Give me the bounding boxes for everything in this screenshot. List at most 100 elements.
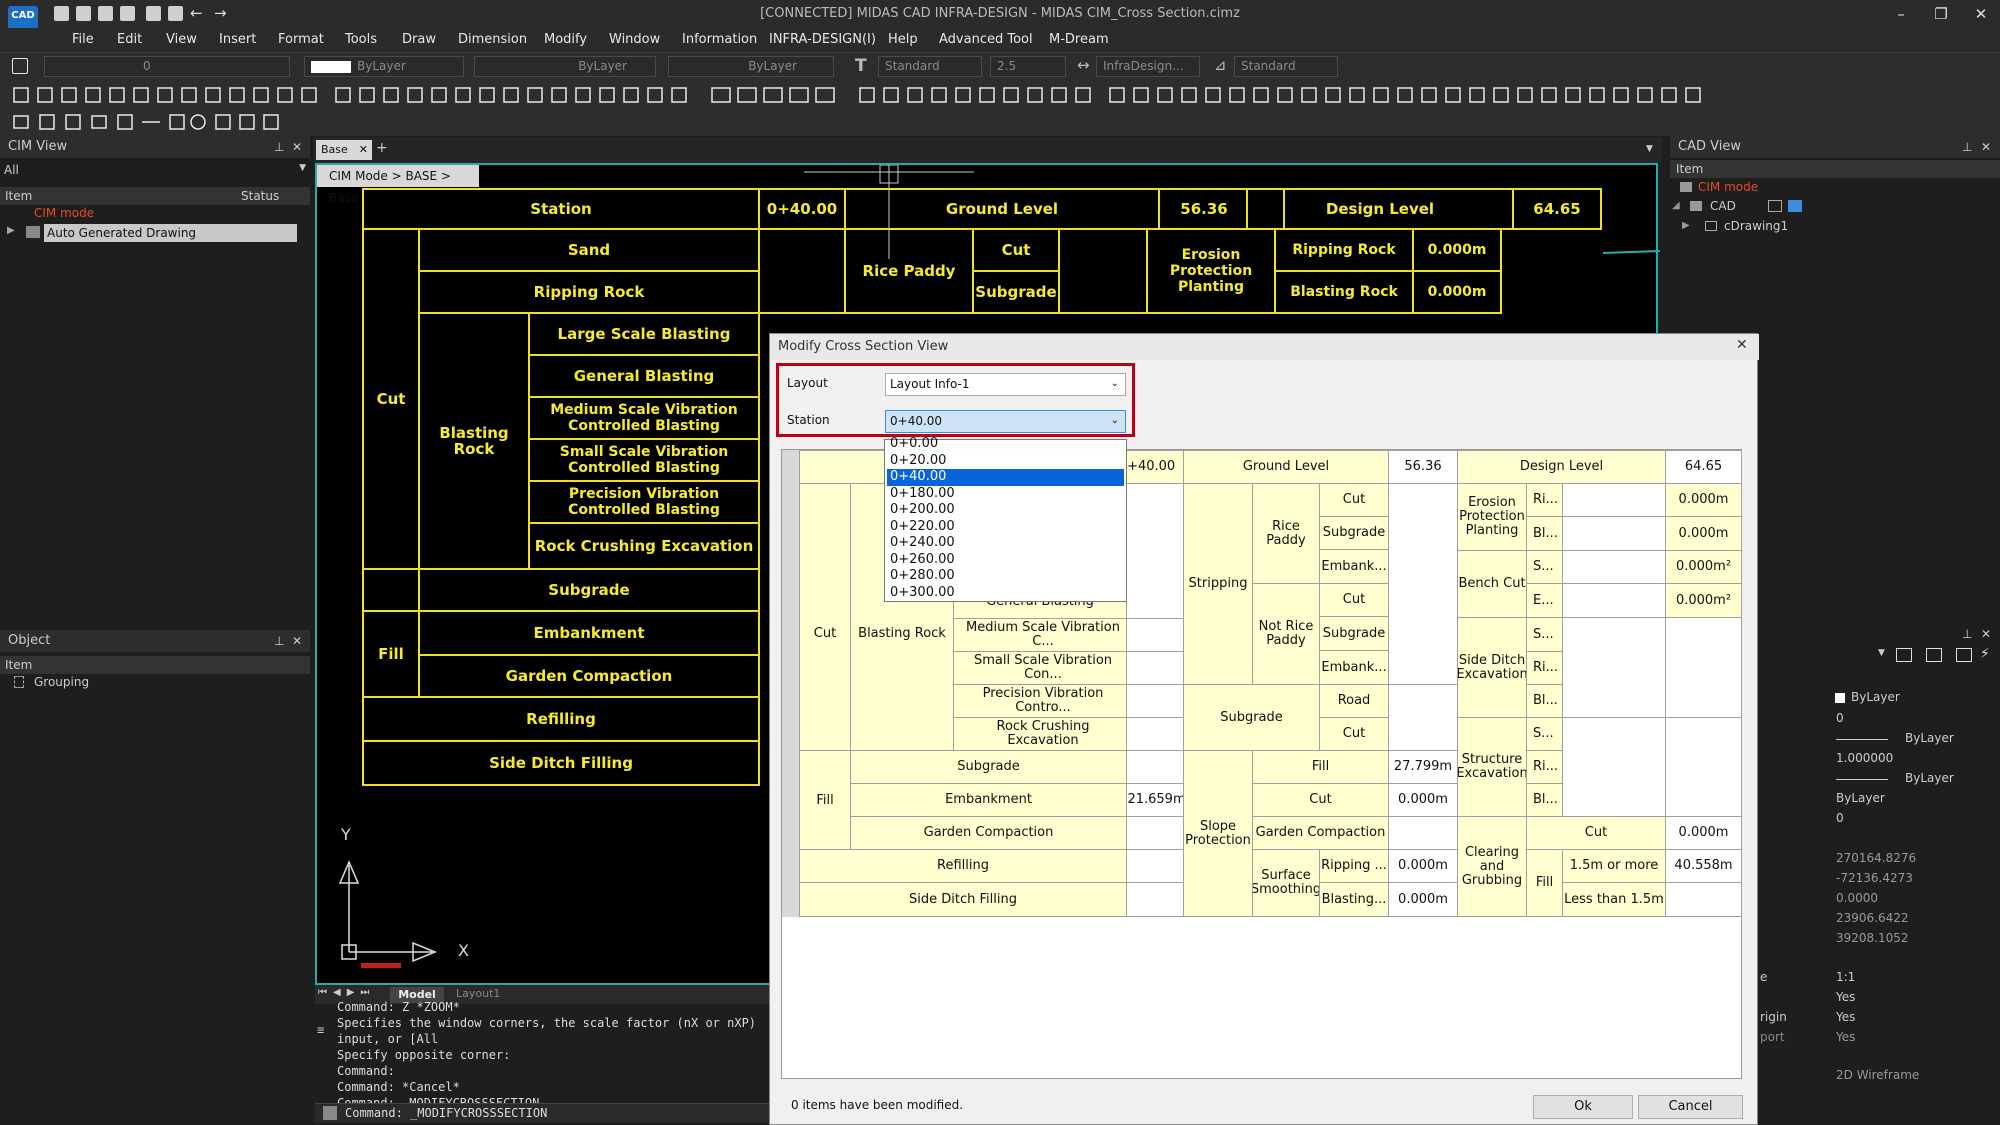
menu-information[interactable]: Information — [682, 28, 757, 52]
cim-filter[interactable]: All ▼ — [4, 163, 306, 181]
grid-surf-blasting-value[interactable]: 0.000m — [1388, 882, 1458, 917]
station-option[interactable]: 0+240.00 — [887, 535, 1124, 552]
view-icon[interactable] — [1768, 200, 1782, 212]
grid-b-s-value[interactable]: 0.000m² — [1665, 550, 1742, 584]
station-option[interactable]: 0+260.00 — [887, 552, 1124, 569]
station-option[interactable]: 0+300.00 — [887, 585, 1124, 602]
pin-icon[interactable]: ⊥ — [274, 140, 284, 154]
menu-format[interactable]: Format — [278, 28, 324, 52]
grid-subgrade-value[interactable] — [1126, 750, 1184, 784]
grid-sg-values[interactable] — [1388, 684, 1458, 751]
grid-surf-ripping-value[interactable]: 0.000m — [1388, 849, 1458, 883]
expand-icon[interactable]: ▶ — [7, 225, 15, 236]
collapse-icon[interactable]: ◢ — [1672, 200, 1680, 211]
menu-help[interactable]: Help — [888, 28, 918, 52]
close-icon[interactable]: ✕ — [1981, 627, 1991, 641]
grid-cl-15-value[interactable]: 40.558m — [1665, 849, 1742, 883]
menu-advanced-tool[interactable]: Advanced Tool — [939, 28, 1033, 52]
prop-linetype-scale[interactable]: 1.000000 — [1836, 751, 1893, 765]
grid-garden-value[interactable] — [1126, 816, 1184, 850]
grid-b-e-spacer[interactable] — [1562, 583, 1666, 618]
grid-sp-garden-value[interactable] — [1388, 816, 1458, 850]
close-icon[interactable]: ✕ — [359, 140, 368, 160]
text-size-combo[interactable]: 2.5 — [990, 56, 1066, 77]
menu-tools[interactable]: Tools — [345, 28, 377, 52]
dim-style-combo[interactable]: InfraDesign... — [1096, 56, 1200, 77]
grid-e-blasting-spacer[interactable] — [1562, 516, 1666, 551]
grid-b-e-value[interactable]: 0.000m² — [1665, 583, 1742, 618]
text-style-combo[interactable]: Standard — [878, 56, 982, 77]
close-icon[interactable]: ✕ — [292, 634, 302, 648]
prop-linetype[interactable]: ByLayer — [1905, 731, 1954, 745]
grid-st-spacer[interactable] — [1562, 717, 1666, 817]
grid-sd-values[interactable] — [1665, 617, 1742, 718]
cad-node[interactable]: CAD — [1710, 199, 1736, 213]
grid-crushing-value[interactable] — [1126, 717, 1184, 751]
cad-drawing-node[interactable]: cDrawing1 — [1724, 219, 1788, 233]
station-option[interactable]: 0+20.00 — [887, 453, 1124, 470]
close-icon[interactable]: ✕ — [1981, 140, 1991, 154]
minimize-button[interactable]: – — [1886, 4, 1916, 24]
ok-button[interactable]: Ok — [1533, 1095, 1633, 1119]
menu-view[interactable]: View — [166, 28, 197, 52]
lineweight-combo[interactable]: ByLayer — [668, 56, 834, 77]
grid-e-ripping-spacer[interactable] — [1562, 483, 1666, 517]
station-option[interactable]: 0+280.00 — [887, 568, 1124, 585]
close-icon[interactable]: ✕ — [1736, 337, 1748, 353]
grid-stripping-values[interactable] — [1388, 483, 1458, 685]
station-option[interactable]: 0+0.00 — [887, 436, 1124, 453]
grid-sd-spacer[interactable] — [1562, 617, 1666, 718]
grid-cl-less-value[interactable] — [1665, 882, 1742, 917]
command-menu-icon[interactable]: ≡ — [317, 1022, 329, 1037]
cancel-button[interactable]: Cancel — [1638, 1095, 1743, 1119]
menu-m-dream[interactable]: M-Dream — [1049, 28, 1109, 52]
layout-nav-icons[interactable]: ⏮◀▶⏭ — [318, 987, 375, 998]
menu-modify[interactable]: Modify — [544, 28, 587, 52]
tree-item-auto-generated-drawing[interactable]: Auto Generated Drawing — [44, 224, 297, 242]
menu-insert[interactable]: Insert — [219, 28, 256, 52]
toggle-pickadd-icon[interactable]: ⚡ — [1980, 646, 1990, 662]
grid-embankment-value[interactable]: 221.659m³ — [1126, 783, 1184, 817]
pick-icon[interactable] — [1956, 648, 1972, 662]
color-combo[interactable]: ByLayer — [304, 56, 464, 77]
select-all-icon[interactable] — [1896, 648, 1912, 662]
pin-icon[interactable]: ⊥ — [274, 634, 284, 648]
linetype-combo[interactable]: ByLayer — [474, 56, 656, 77]
prop-ucs-icon-on[interactable]: Yes — [1836, 990, 1855, 1004]
layer-combo[interactable]: 0 — [44, 56, 290, 77]
station-option[interactable]: 0+200.00 — [887, 502, 1124, 519]
grid-cut-values[interactable] — [1126, 483, 1184, 619]
grid-medium-value[interactable] — [1126, 618, 1184, 652]
expand-icon[interactable]: ▶ — [1682, 220, 1690, 231]
toolbar-secondary-icons[interactable] — [0, 110, 300, 136]
layout-icon[interactable] — [1788, 200, 1802, 212]
chevron-down-icon[interactable]: ▼ — [1878, 648, 1885, 658]
grid-sp-cut-value[interactable]: 0.000m — [1388, 783, 1458, 817]
grid-refilling-value[interactable] — [1126, 849, 1184, 883]
menu-draw[interactable]: Draw — [402, 28, 436, 52]
chevron-down-icon[interactable]: ▼ — [1646, 144, 1653, 154]
table-style-combo[interactable]: Standard — [1234, 56, 1338, 77]
menu-infra-design[interactable]: INFRA-DESIGN(I) — [769, 28, 876, 52]
grid-e-blasting-value[interactable]: 0.000m — [1665, 516, 1742, 551]
menu-file[interactable]: File — [72, 28, 94, 52]
prop-ucs-origin[interactable]: Yes — [1836, 1010, 1855, 1024]
prop-lineweight[interactable]: ByLayer — [1905, 771, 1954, 785]
tree-item-grouping[interactable]: Grouping — [34, 675, 89, 689]
tab-base[interactable]: Base ✕ — [316, 140, 372, 160]
grid-ground-value[interactable]: 56.36 — [1388, 450, 1458, 484]
grid-precision-value[interactable] — [1126, 684, 1184, 718]
grid-e-ripping-value[interactable]: 0.000m — [1665, 483, 1742, 517]
grid-cl-cut-value[interactable]: 0.000m — [1665, 816, 1742, 850]
add-tab-icon[interactable]: + — [376, 140, 388, 156]
grid-side-ditch-value[interactable] — [1126, 882, 1184, 917]
station-option-selected[interactable]: 0+40.00 — [887, 469, 1124, 486]
menu-edit[interactable]: Edit — [117, 28, 142, 52]
menu-window[interactable]: Window — [609, 28, 660, 52]
toolbar-draw-icons[interactable] — [0, 82, 2000, 110]
menu-dimension[interactable]: Dimension — [458, 28, 527, 52]
close-button[interactable]: ✕ — [1966, 4, 1996, 24]
station-option[interactable]: 0+180.00 — [887, 486, 1124, 503]
grid-b-s-spacer[interactable] — [1562, 550, 1666, 584]
station-dropdown-list[interactable]: 0+0.00 0+20.00 0+40.00 0+180.00 0+200.00… — [884, 436, 1127, 602]
